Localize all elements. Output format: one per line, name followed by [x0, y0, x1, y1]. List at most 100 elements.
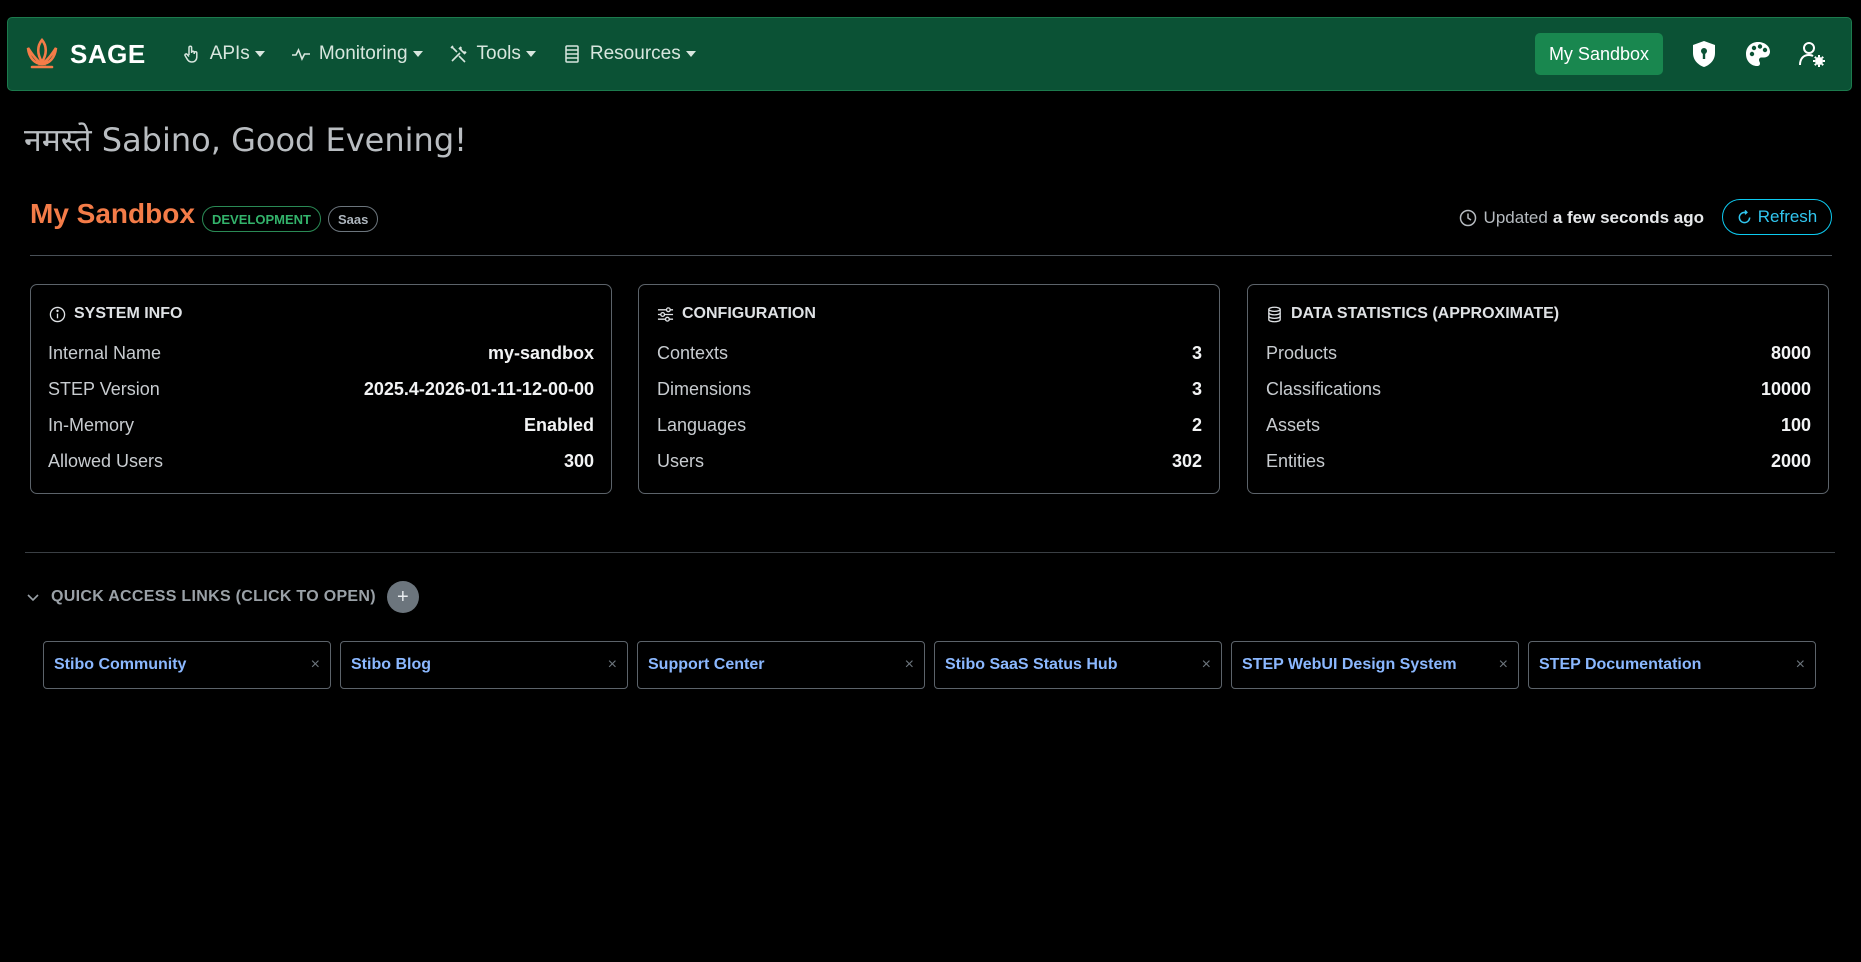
nav-item-apis[interactable]: APIs	[182, 43, 265, 65]
row-label: Internal Name	[48, 342, 162, 363]
card-title-text: DATA STATISTICS (APPROXIMATE)	[1291, 305, 1560, 322]
close-icon[interactable]: ×	[1202, 656, 1211, 674]
info-row-allowed-users: Allowed Users 300	[48, 449, 594, 473]
deployment-badge: Saas	[328, 206, 379, 232]
card-title: DATA STATISTICS (APPROXIMATE)	[1266, 305, 1559, 323]
nav-right: My Sandbox	[1534, 18, 1851, 90]
quick-link-step-documentation[interactable]: STEP Documentation ×	[1528, 641, 1816, 689]
row-value: 3	[1191, 378, 1202, 399]
quick-link-label: Stibo SaaS Status Hub	[945, 656, 1118, 673]
my-sandbox-button[interactable]: My Sandbox	[1534, 33, 1663, 75]
row-label: Classifications	[1266, 378, 1382, 399]
card-title: CONFIGURATION	[657, 305, 816, 323]
add-link-button[interactable]: +	[386, 581, 419, 613]
row-label: Users	[657, 450, 705, 471]
info-row-step-version: STEP Version 2025.4-2026-01-11-12-00-00	[48, 377, 594, 401]
nav-item-monitoring[interactable]: Monitoring	[291, 43, 423, 65]
close-icon[interactable]: ×	[905, 656, 914, 674]
refresh-label: Refresh	[1757, 207, 1818, 226]
updated-time: a few seconds ago	[1552, 208, 1704, 227]
nav-item-resources[interactable]: Resources	[562, 43, 696, 65]
nav-menu: APIs Monitoring Tools Resources	[182, 43, 722, 65]
quick-link-label: STEP Documentation	[1539, 656, 1702, 673]
theme-button[interactable]	[1743, 39, 1773, 69]
caret-down-icon	[525, 51, 536, 57]
shield-button[interactable]	[1689, 39, 1719, 69]
stats-row-entities: Entities 2000	[1266, 449, 1811, 473]
quick-access-links: Stibo Community × Stibo Blog × Support C…	[43, 641, 1825, 689]
stats-row-assets: Assets 100	[1266, 413, 1811, 437]
caret-down-icon	[412, 51, 423, 57]
updated-status: Updated a few seconds ago	[1459, 208, 1704, 228]
section-divider	[25, 552, 1835, 553]
row-value: 2000	[1770, 450, 1811, 471]
tools-icon	[449, 45, 467, 63]
nav-item-label: APIs	[209, 43, 250, 64]
row-value: 3	[1191, 342, 1202, 363]
stats-row-classifications: Classifications 10000	[1266, 377, 1811, 401]
config-row-dimensions: Dimensions 3	[657, 377, 1202, 401]
quick-link-label: Stibo Community	[54, 656, 187, 673]
row-value: 2	[1191, 414, 1202, 435]
stats-row-products: Products 8000	[1266, 341, 1811, 365]
refresh-icon	[1738, 209, 1751, 223]
info-row-internal-name: Internal Name my-sandbox	[48, 341, 594, 365]
row-value: 8000	[1770, 342, 1811, 363]
list-icon	[565, 45, 579, 63]
chevron-down-icon	[27, 594, 39, 602]
row-value: 10000	[1760, 378, 1811, 399]
updated-prefix: Updated	[1483, 208, 1548, 227]
shield-icon	[1693, 41, 1715, 67]
row-value: 2025.4-2026-01-11-12-00-00	[363, 378, 594, 399]
quick-link-stibo-community[interactable]: Stibo Community ×	[43, 641, 331, 689]
refresh-button[interactable]: Refresh	[1722, 199, 1832, 235]
caret-down-icon	[685, 51, 696, 57]
user-gear-icon	[1799, 42, 1825, 67]
quick-access-title: QUICK ACCESS LINKS (CLICK TO OPEN)	[51, 588, 376, 605]
config-row-contexts: Contexts 3	[657, 341, 1202, 365]
row-label: Entities	[1266, 450, 1326, 471]
quick-access-header[interactable]: QUICK ACCESS LINKS (CLICK TO OPEN) +	[25, 581, 419, 613]
info-row-in-memory: In-Memory Enabled	[48, 413, 594, 437]
row-value: 302	[1171, 450, 1202, 471]
caret-down-icon	[254, 51, 265, 57]
database-icon	[1268, 306, 1281, 322]
config-row-languages: Languages 2	[657, 413, 1202, 437]
brand-name: SAGE	[70, 38, 146, 69]
quick-link-webui-design-system[interactable]: STEP WebUI Design System ×	[1231, 641, 1519, 689]
row-label: Contexts	[657, 342, 729, 363]
greeting: नमस्ते Sabino, Good Evening!	[24, 121, 467, 159]
nav-item-label: Resources	[589, 43, 681, 64]
quick-link-saas-status-hub[interactable]: Stibo SaaS Status Hub ×	[934, 641, 1222, 689]
card-title-text: CONFIGURATION	[682, 305, 816, 322]
nav-item-label: Tools	[476, 43, 521, 64]
sliders-icon	[657, 306, 674, 322]
config-row-users: Users 302	[657, 449, 1202, 473]
quick-link-stibo-blog[interactable]: Stibo Blog ×	[340, 641, 628, 689]
sandbox-header: My Sandbox DEVELOPMENT Saas Updated a fe…	[30, 196, 1832, 256]
info-icon	[49, 306, 66, 322]
row-value: my-sandbox	[487, 342, 594, 363]
hand-pointer-icon	[183, 45, 198, 63]
quick-link-support-center[interactable]: Support Center ×	[637, 641, 925, 689]
clock-icon	[1459, 209, 1476, 227]
activity-icon	[291, 48, 310, 61]
nav-item-tools[interactable]: Tools	[449, 43, 536, 65]
palette-icon	[1746, 42, 1770, 66]
nav-item-label: Monitoring	[318, 43, 408, 64]
row-label: Products	[1266, 342, 1338, 363]
brand[interactable]: SAGE	[24, 36, 146, 72]
sandbox-title: My Sandbox	[30, 198, 195, 229]
user-settings-button[interactable]	[1797, 39, 1827, 69]
card-title: SYSTEM INFO	[49, 305, 182, 323]
close-icon[interactable]: ×	[311, 656, 320, 674]
lotus-logo-icon	[26, 37, 58, 69]
environment-badge: DEVELOPMENT	[202, 206, 321, 232]
quick-link-label: Support Center	[648, 656, 765, 673]
row-label: Allowed Users	[48, 450, 164, 471]
row-value: 300	[563, 450, 594, 471]
top-navbar: SAGE APIs Monitoring Tools Resources My …	[7, 17, 1852, 91]
close-icon[interactable]: ×	[608, 656, 617, 674]
close-icon[interactable]: ×	[1499, 656, 1508, 674]
close-icon[interactable]: ×	[1796, 656, 1805, 674]
